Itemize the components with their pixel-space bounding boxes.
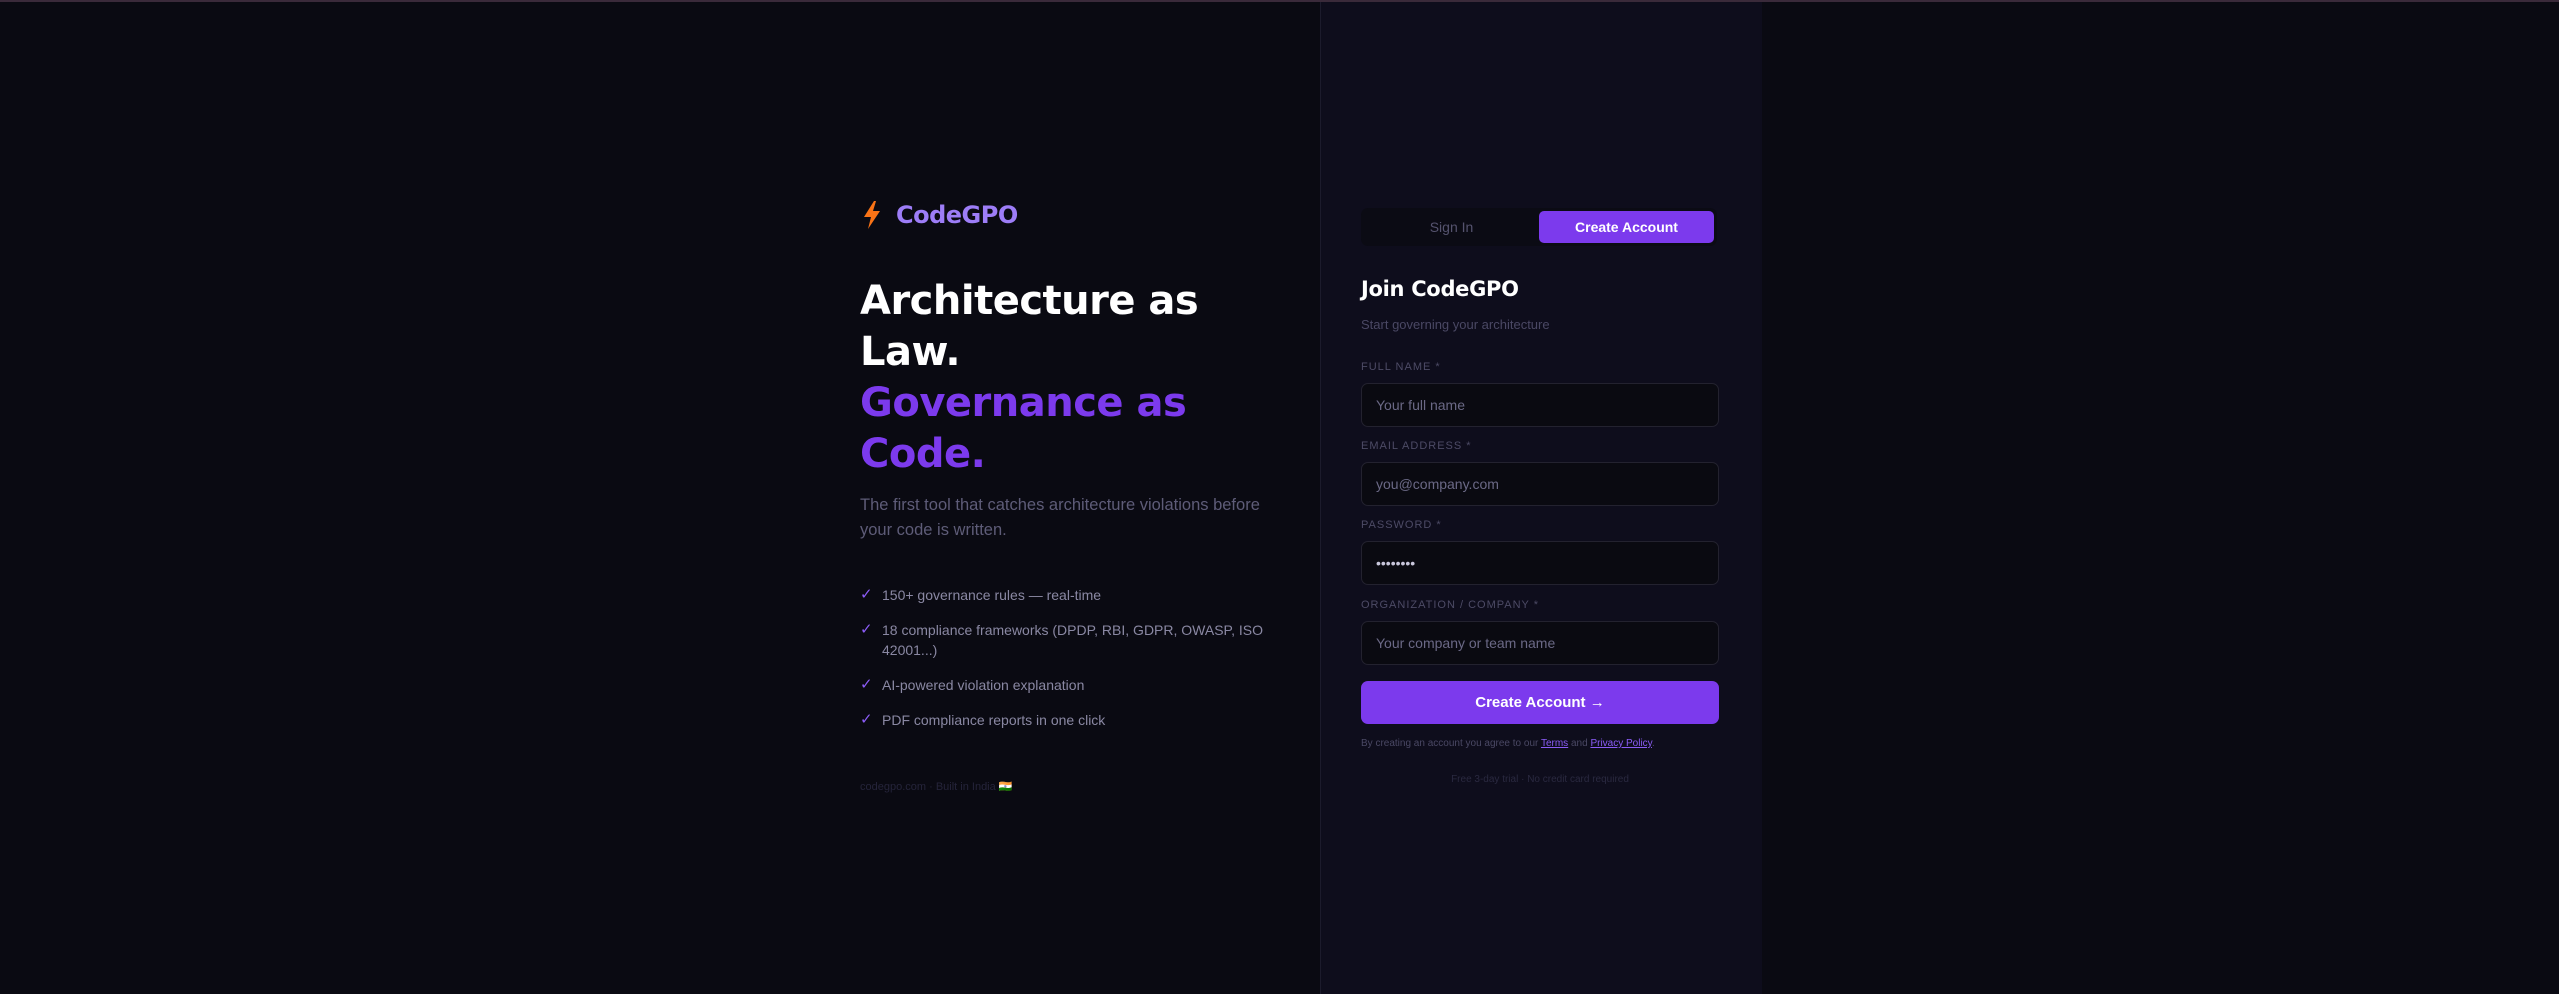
hero-headline: Architecture as Law. Governance as Code. [860, 276, 1300, 480]
brand-logo: CodeGPO [860, 200, 1018, 230]
hero-subtitle: The first tool that catches architecture… [860, 496, 1260, 539]
legal-notice: By creating an account you agree to our … [1361, 738, 1655, 749]
lightning-bolt-icon [864, 201, 880, 229]
password-label: PASSWORD * [1361, 519, 1442, 531]
check-icon: ✓ [860, 711, 873, 728]
full-name-label: FULL NAME * [1361, 361, 1441, 373]
legal-and: and [1570, 738, 1588, 749]
check-icon: ✓ [860, 621, 873, 638]
tab-sign-in[interactable]: Sign In [1364, 211, 1539, 243]
feature-text: 150+ governance rules — real-time [882, 587, 1102, 603]
terms-link[interactable]: Terms [1541, 738, 1568, 749]
headline-line-3: Governance as [860, 380, 1187, 426]
brand-name: CodeGPO [896, 201, 1018, 229]
form-title: Join CodeGPO [1361, 277, 1519, 301]
headline-line-2: Law. [860, 329, 961, 375]
check-icon: ✓ [860, 586, 873, 603]
privacy-policy-link[interactable]: Privacy Policy [1590, 738, 1652, 749]
auth-tabs: Sign In Create Account [1361, 208, 1717, 246]
feature-item: ✓ 18 compliance frameworks (DPDP, RBI, G… [860, 620, 1280, 660]
headline-line-1: Architecture as [860, 278, 1199, 324]
feature-item: ✓ 150+ governance rules — real-time [860, 585, 1280, 605]
trial-note: Free 3-day trial · No credit card requir… [1451, 774, 1629, 785]
feature-text: AI-powered violation explanation [882, 677, 1085, 693]
feature-item: ✓ AI-powered violation explanation [860, 675, 1280, 695]
create-account-button[interactable]: Create Account → [1361, 681, 1719, 724]
right-background [1762, 2, 2559, 994]
legal-prefix: By creating an account you agree to our [1361, 738, 1539, 749]
email-field[interactable] [1361, 462, 1719, 506]
feature-list: ✓ 150+ governance rules — real-time ✓ 18… [860, 585, 1280, 745]
footer-note: codegpo.com · Built in India 🇮🇳 [860, 781, 1013, 793]
form-subtitle: Start governing your architecture [1361, 317, 1550, 332]
organization-field[interactable] [1361, 621, 1719, 665]
feature-text: 18 compliance frameworks (DPDP, RBI, GDP… [882, 622, 1263, 658]
full-name-field[interactable] [1361, 383, 1719, 427]
legal-suffix: . [1651, 738, 1655, 749]
feature-item: ✓ PDF compliance reports in one click [860, 710, 1280, 730]
email-label: EMAIL ADDRESS * [1361, 440, 1472, 452]
organization-label: ORGANIZATION / COMPANY * [1361, 599, 1540, 611]
tab-create-account[interactable]: Create Account [1539, 211, 1714, 243]
feature-text: PDF compliance reports in one click [882, 712, 1106, 728]
check-icon: ✓ [860, 676, 873, 693]
headline-line-4: Code. [860, 431, 986, 477]
password-field[interactable] [1361, 541, 1719, 585]
